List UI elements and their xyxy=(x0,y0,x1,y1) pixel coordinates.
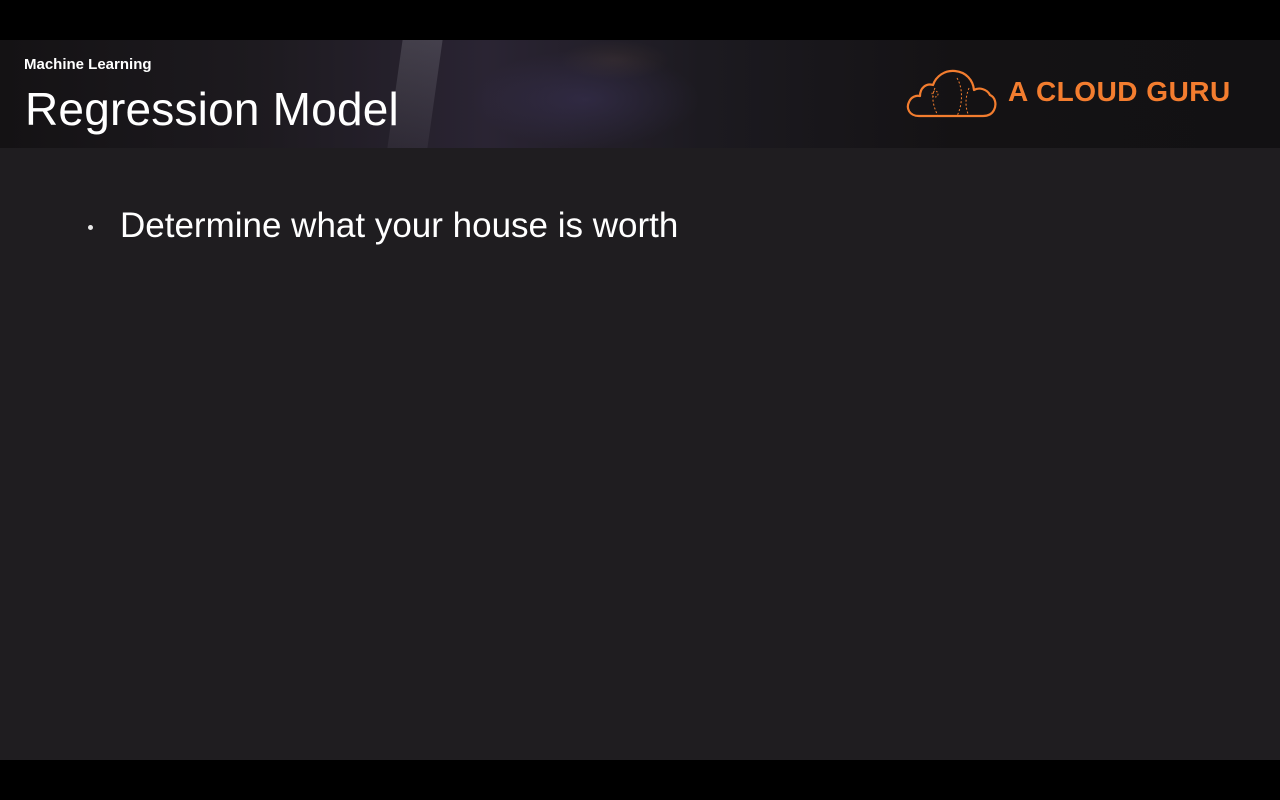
cloud-icon xyxy=(906,69,997,118)
brand-logo-text: A CLOUD GURU xyxy=(1008,76,1231,107)
bullet-dot-icon xyxy=(88,225,93,230)
slide-header: Machine Learning Regression Model A CLOU… xyxy=(0,40,1280,148)
slide: Machine Learning Regression Model A CLOU… xyxy=(0,40,1280,760)
bullet-text: Determine what your house is worth xyxy=(120,206,679,245)
slide-title: Regression Model xyxy=(25,83,399,135)
letterbox-bottom xyxy=(0,760,1280,800)
slide-content: Determine what your house is worth xyxy=(0,148,1280,760)
brand-logo: A CLOUD GURU xyxy=(905,66,1245,122)
letterbox-top xyxy=(0,0,1280,40)
background-video-shape xyxy=(560,40,670,80)
slide-subtitle: Machine Learning xyxy=(24,56,152,73)
